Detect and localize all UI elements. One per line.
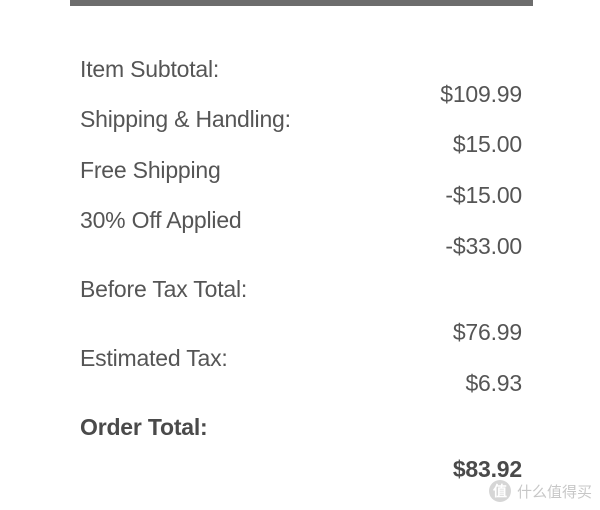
shipping-handling-value: $15.00 <box>452 131 522 157</box>
watermark-text: 什么值得买 <box>516 483 592 501</box>
shipping-handling-label: Shipping & Handling: <box>80 106 291 132</box>
before-tax-total-label: Before Tax Total: <box>80 276 248 302</box>
order-total-label: Order Total: <box>80 414 208 440</box>
discount-value: -$33.00 <box>445 233 522 259</box>
estimated-tax-value: $6.93 <box>465 370 522 396</box>
estimated-tax-label: Estimated Tax: <box>80 345 228 371</box>
item-subtotal-value: $109.99 <box>440 81 522 107</box>
order-total-value: $83.92 <box>452 456 522 482</box>
free-shipping-label: Free Shipping <box>80 157 221 183</box>
discount-label: 30% Off Applied <box>80 207 242 233</box>
free-shipping-value: -$15.00 <box>445 182 522 208</box>
before-tax-total-value: $76.99 <box>452 319 522 345</box>
site-watermark: 值 什么值得买 <box>488 480 592 502</box>
item-subtotal-label: Item Subtotal: <box>80 56 220 82</box>
order-summary: Item Subtotal: $109.99 Shipping & Handli… <box>0 0 600 510</box>
watermark-logo-icon: 值 <box>488 480 511 502</box>
